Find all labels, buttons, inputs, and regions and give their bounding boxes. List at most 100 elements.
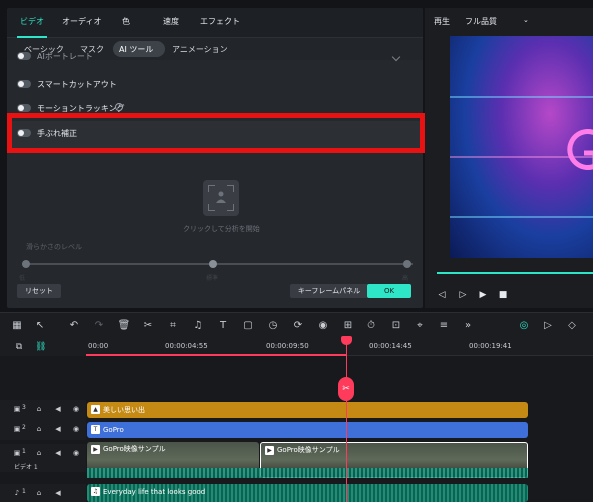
slider-tick-high: 高: [402, 275, 409, 282]
add-track-icon[interactable]: ⧉: [14, 342, 24, 352]
prev-frame-icon[interactable]: ◁: [437, 290, 447, 300]
stopwatch-icon[interactable]: ⏱: [364, 319, 378, 333]
video-track-icon: ▣: [13, 449, 21, 457]
clip-label: GoPro: [103, 426, 124, 434]
preview-toolbar: 再生 フル品質 ⌄: [425, 8, 593, 30]
crop-icon[interactable]: ⌗: [166, 319, 180, 333]
scissors-icon[interactable]: ✂: [338, 377, 354, 401]
eye-icon[interactable]: ◉: [71, 424, 81, 434]
eye-icon[interactable]: ◉: [71, 404, 81, 414]
clip-label: Everyday life that looks good: [103, 488, 206, 496]
ruler-label: 00:00:09:50: [266, 342, 309, 350]
chevron-down-icon[interactable]: ⌄: [523, 16, 529, 24]
text-clip-icon: T: [91, 425, 100, 434]
timer-icon[interactable]: ⟳: [291, 319, 305, 333]
ruler-label: 00:00:14:45: [369, 342, 412, 350]
video-track-icon: ▣: [13, 405, 21, 413]
slider-stop-low[interactable]: [22, 260, 30, 268]
shield-icon[interactable]: ◇: [565, 319, 579, 333]
shape-icon[interactable]: ▢: [241, 319, 255, 333]
highlight-annotation: [7, 113, 425, 153]
playhead-handle[interactable]: [341, 336, 352, 345]
speaker-icon[interactable]: ◀: [53, 448, 63, 458]
keyframe-panel-button[interactable]: キーフレームパネル: [290, 284, 368, 298]
image-icon: ▲: [91, 405, 100, 414]
track-header-1: ▣ 1 ⌂ ◀ ◉ ビデオ 1: [0, 444, 86, 472]
slider-stop-high[interactable]: [403, 260, 411, 268]
video-preview[interactable]: [450, 36, 593, 258]
track-number: 1: [22, 448, 26, 455]
adjust-icon[interactable]: ≡: [437, 319, 451, 333]
track-header-2: ▣ 2 ⌂ ◀ ◉: [0, 420, 86, 440]
tab-video[interactable]: ビデオ: [20, 16, 44, 27]
clip-audio[interactable]: ♫ Everyday life that looks good: [87, 484, 528, 502]
property-tabs: ビデオ オーディオ 色 速度 エフェクト: [7, 8, 423, 38]
track-number: 2: [22, 424, 26, 431]
ok-button[interactable]: OK: [367, 284, 411, 298]
select-tool-icon[interactable]: ↖: [33, 319, 47, 333]
folder-icon[interactable]: ⌂: [34, 424, 44, 434]
stop-icon[interactable]: ■: [498, 290, 508, 300]
folder-icon[interactable]: ⌂: [34, 488, 44, 498]
tag-icon[interactable]: ⌖: [413, 319, 427, 333]
timeline-header-tools: ⧉ ⛓: [0, 338, 86, 356]
render-icon[interactable]: ▷: [541, 319, 555, 333]
video-clip-icon: ▶: [91, 445, 100, 454]
link-icon[interactable]: ⛓: [35, 342, 46, 352]
clip-label: 美しい思い出: [103, 406, 145, 414]
clip-title-track2[interactable]: T GoPro: [87, 422, 528, 438]
clip-label: GoPro映像サンプル: [277, 446, 340, 454]
motion-tracking-toggle[interactable]: [17, 104, 31, 112]
reset-button[interactable]: リセット: [17, 284, 61, 298]
speaker-icon[interactable]: ◀: [53, 488, 63, 498]
tab-effect[interactable]: エフェクト: [200, 16, 240, 27]
track-number: 1: [22, 488, 26, 495]
tab-speed[interactable]: 速度: [163, 16, 179, 27]
speaker-icon[interactable]: ◀: [53, 404, 63, 414]
fit-icon[interactable]: ⊡: [389, 319, 403, 333]
playhead-range: [86, 354, 347, 356]
tab-color[interactable]: 色: [122, 16, 130, 27]
eye-icon[interactable]: ◉: [71, 448, 81, 458]
properties-panel: ビデオ オーディオ 色 速度 エフェクト ベーシック マスク AI ツール アニ…: [7, 8, 423, 308]
undo-icon[interactable]: ↶: [67, 319, 81, 333]
chevron-down-icon[interactable]: [391, 52, 401, 62]
color-palette-icon[interactable]: ◉: [316, 319, 330, 333]
speaker-icon[interactable]: ◀: [53, 424, 63, 434]
row-smart-cutout: スマートカットアウト: [7, 72, 417, 98]
ai-portrait-toggle[interactable]: [17, 52, 31, 60]
delete-icon[interactable]: 🗑: [117, 319, 131, 333]
layout-icon[interactable]: ▦: [10, 319, 24, 333]
smart-cutout-toggle[interactable]: [17, 80, 31, 88]
redo-icon[interactable]: ↷: [92, 319, 106, 333]
quality-select[interactable]: フル品質: [465, 16, 497, 27]
audio-icon[interactable]: ♫: [191, 319, 205, 333]
playback-label: 再生: [434, 17, 450, 26]
folder-icon[interactable]: ⌂: [34, 404, 44, 414]
analyze-hint: クリックして分析を開始: [183, 225, 260, 233]
folder-icon[interactable]: ⌂: [34, 448, 44, 458]
cut-icon[interactable]: ✂: [141, 319, 155, 333]
next-frame-icon[interactable]: ▷: [458, 290, 468, 300]
slider-tick-low: 低: [19, 275, 26, 282]
track-header-3: ▣ 3 ⌂ ◀ ◉: [0, 400, 86, 420]
slider-handle[interactable]: [209, 260, 217, 268]
text-icon[interactable]: T: [216, 319, 230, 333]
help-icon[interactable]: ?: [115, 103, 123, 111]
smoothness-slider[interactable]: [26, 263, 413, 265]
tab-audio[interactable]: オーディオ: [62, 16, 101, 27]
speed-icon[interactable]: ◷: [266, 319, 280, 333]
ai-icon[interactable]: ◎: [517, 319, 531, 333]
row-ai-portrait: AIポートレート: [7, 52, 417, 66]
more-icon[interactable]: »: [461, 319, 475, 333]
track-name: ビデオ 1: [14, 464, 38, 471]
audio-waveform: [87, 468, 528, 478]
stabilize-icon[interactable]: ⊞: [341, 319, 355, 333]
timeline: ⧉ ⛓ 00:00 00:00:04:55 00:00:09:50 00:00:…: [0, 338, 593, 502]
playhead[interactable]: [346, 338, 347, 502]
track-header-audio: ♪ 1 ⌂ ◀: [0, 484, 86, 502]
play-icon[interactable]: ▶: [478, 290, 488, 300]
playback-progress[interactable]: [437, 272, 593, 274]
analyze-icon[interactable]: [203, 180, 239, 216]
clip-title-track3[interactable]: ▲ 美しい思い出: [87, 402, 528, 418]
